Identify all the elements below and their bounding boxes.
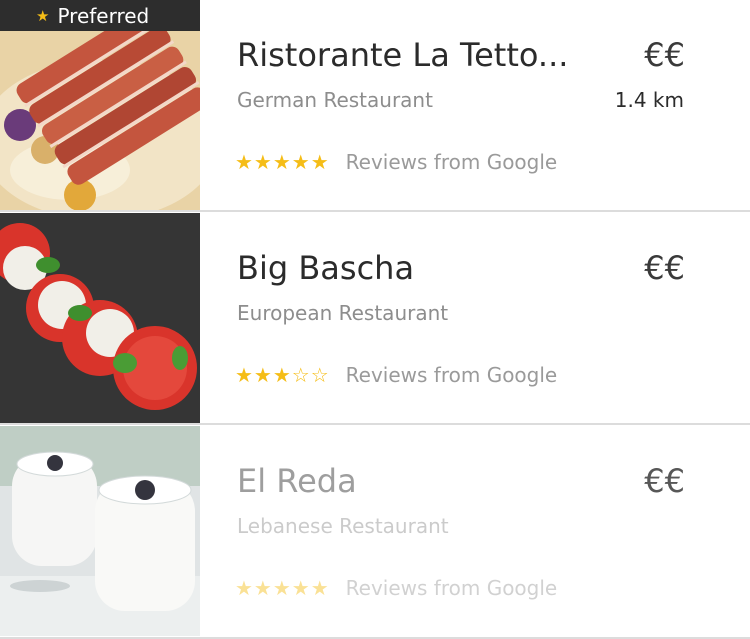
restaurant-photo [0, 426, 200, 636]
rating-stars-icon: ★★★☆☆ [235, 363, 330, 387]
restaurant-category: Lebanese Restaurant [237, 514, 449, 538]
rating-stars-icon: ★★★★★ [235, 576, 330, 600]
price-level: €€ [644, 249, 685, 287]
restaurant-name: Ristorante La Tetto... [237, 36, 569, 74]
restaurant-list: ★ Preferred Ristorante La Tetto... €€ Ge… [0, 0, 750, 639]
restaurant-name: El Reda [237, 462, 357, 500]
restaurant-list-item[interactable]: El Reda Lebanese Restaurant ★★★★★ Review… [0, 426, 750, 639]
restaurant-category: European Restaurant [237, 301, 449, 325]
rating: ★★★☆☆ Reviews from Google [235, 363, 557, 387]
restaurant-list-item[interactable]: ★ Preferred Ristorante La Tetto... €€ Ge… [0, 0, 750, 212]
rating: ★★★★★ Reviews from Google [235, 150, 557, 174]
caprese-salad-photo [0, 213, 200, 423]
rating: ★★★★★ Reviews from Google [235, 576, 557, 600]
yogurt-jars-photo [0, 426, 200, 636]
restaurant-photo [0, 213, 200, 423]
badge-label: Preferred [57, 3, 150, 28]
star-icon: ★ [36, 6, 50, 25]
reviews-label: Reviews from Google [345, 363, 558, 387]
restaurant-category: German Restaurant [237, 88, 433, 112]
preferred-badge: ★ Preferred [0, 0, 200, 31]
reviews-label: Reviews from Google [345, 150, 558, 174]
price-level: €€ [644, 36, 685, 74]
rating-stars-icon: ★★★★★ [235, 150, 330, 174]
restaurant-photo: ★ Preferred [0, 0, 200, 210]
grilled-duck-breast-photo [0, 0, 200, 210]
restaurant-name: Big Bascha [237, 249, 415, 287]
reviews-label: Reviews from Google [345, 576, 558, 600]
price-level: €€ [644, 462, 685, 500]
restaurant-list-item[interactable]: Big Bascha €€ European Restaurant ★★★☆☆ … [0, 213, 750, 425]
distance: 1.4 km [614, 88, 684, 112]
